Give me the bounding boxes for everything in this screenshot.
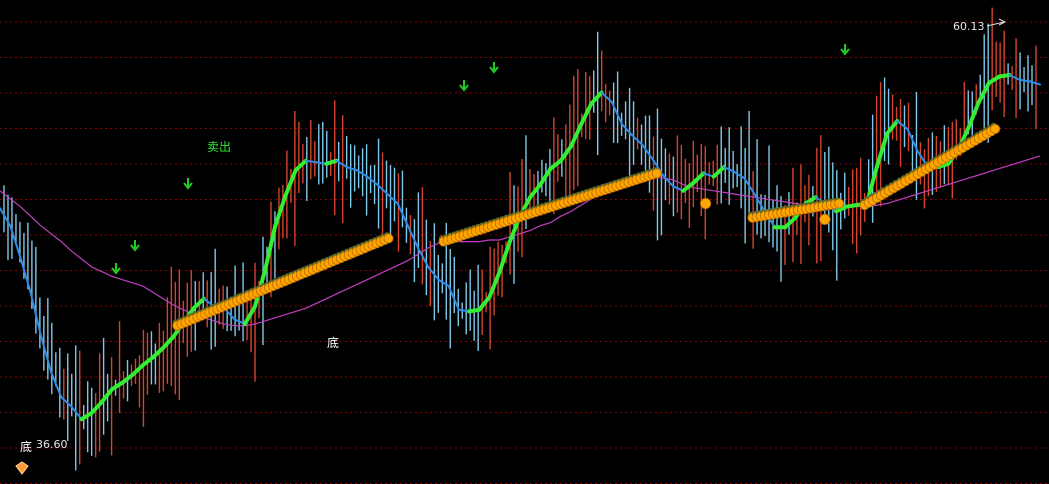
signal-arrows (111, 44, 850, 275)
support-dot (651, 168, 662, 179)
high-price-label: 60.13 (953, 20, 985, 33)
trend-segment-up (966, 100, 981, 130)
grid-lines (0, 21, 1049, 484)
support-dot (699, 197, 712, 210)
trend-segment-up (497, 239, 512, 274)
support-dot (990, 123, 1001, 134)
bottom-signal-label-2: 底 (20, 440, 33, 454)
support-dots (172, 122, 1001, 331)
down-arrow-icon (459, 80, 469, 92)
trend-segment-down (386, 193, 399, 205)
trend-segment-up (783, 215, 798, 230)
trend-segment-up (711, 165, 726, 179)
trend-segment-up (150, 345, 166, 360)
down-arrow-icon (489, 62, 499, 74)
trend-segment-down (733, 170, 746, 180)
trend-segment-down (406, 224, 420, 249)
trend-segment-down (39, 334, 52, 373)
down-arrow-icon (130, 240, 140, 252)
down-arrow-icon (111, 263, 121, 275)
support-dot (834, 198, 845, 209)
trend-segment-up (89, 399, 104, 415)
price-bars (3, 7, 1037, 471)
trend-segment-down (366, 175, 379, 186)
trend-segment-up (589, 90, 604, 106)
trend-segment-up (568, 122, 584, 149)
trend-segment-down (437, 278, 450, 287)
trend-segment-down (60, 396, 73, 408)
gem-icon (15, 461, 29, 475)
trend-segment-down (620, 123, 634, 137)
low-price-label: 36.60 (36, 438, 68, 451)
trend-segment-up (528, 182, 543, 200)
trend-segment-down (753, 193, 766, 213)
support-dot (819, 213, 831, 225)
kline-chart (0, 7, 1049, 484)
trend-segment-up (273, 193, 288, 228)
sell-signal-label: 卖出 (207, 140, 232, 154)
trend-segment-up (477, 295, 492, 312)
trend-segment-up (691, 171, 706, 185)
ma-path (0, 155, 1041, 327)
trend-segment-down (661, 173, 674, 188)
trend-segment-down (896, 120, 909, 130)
down-arrow-icon (840, 44, 850, 56)
trend-segment-up (242, 304, 257, 327)
bottom-signal-label: 底 (327, 336, 340, 350)
trend-segment-up (874, 131, 890, 170)
trend-segment-up (293, 158, 308, 173)
support-dot (383, 233, 394, 244)
moving-average-line (0, 155, 1041, 327)
trend-segment-down (641, 143, 654, 161)
trend-segment-down (19, 256, 32, 294)
trend-segment-up (997, 73, 1012, 79)
trend-segment-down (1008, 74, 1021, 81)
down-arrow-icon (183, 178, 193, 190)
trend-segment-up (130, 363, 145, 377)
